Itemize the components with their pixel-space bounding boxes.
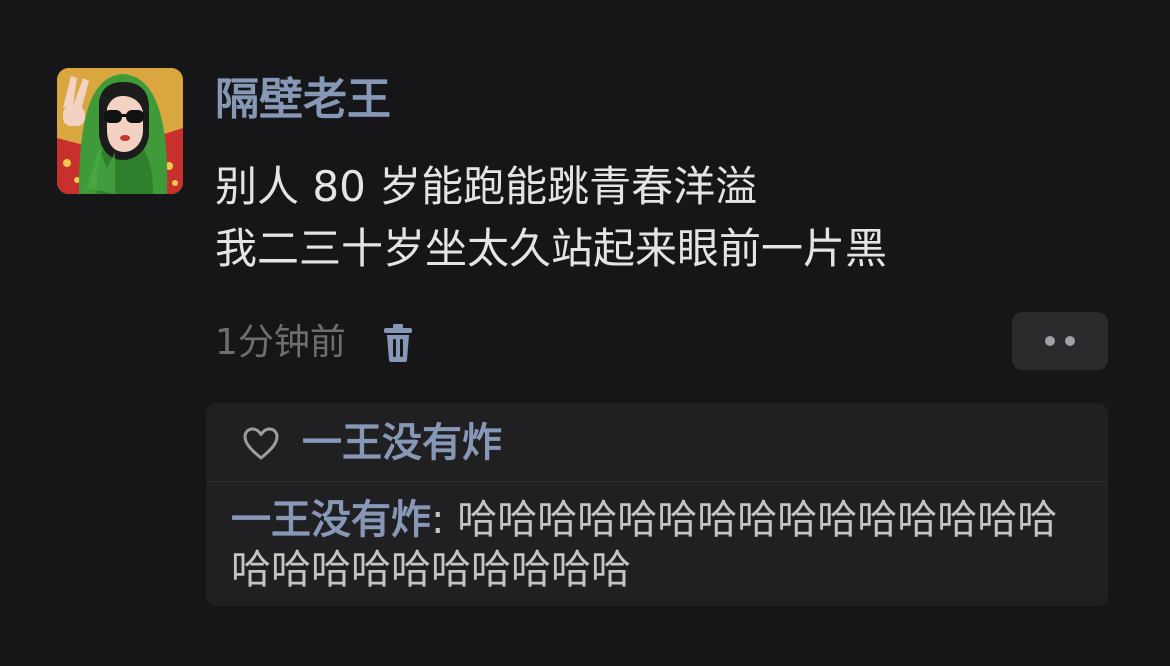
divider bbox=[206, 481, 1108, 482]
user-avatar[interactable] bbox=[57, 68, 183, 194]
post-text: 别人 80 岁能跑能跳青春洋溢 我二三十岁坐太久站起来眼前一片黑 bbox=[215, 156, 887, 280]
post-text-line: 我二三十岁坐太久站起来眼前一片黑 bbox=[215, 224, 888, 273]
more-button[interactable] bbox=[1012, 312, 1108, 370]
avatar-illustration bbox=[57, 68, 183, 194]
reply-panel: 一王没有炸 一王没有炸: 哈哈哈哈哈哈哈哈哈哈哈哈哈哈哈哈哈哈哈哈哈哈哈哈哈 bbox=[206, 403, 1108, 606]
post-text-line: 别人 80 岁能跑能跳青春洋溢 bbox=[215, 162, 758, 211]
timestamp: 1分钟前 bbox=[215, 322, 346, 363]
reply-separator: : bbox=[431, 497, 458, 543]
reply-author[interactable]: 一王没有炸 bbox=[231, 497, 431, 543]
reply-comment: 一王没有炸: 哈哈哈哈哈哈哈哈哈哈哈哈哈哈哈哈哈哈哈哈哈哈哈哈哈 bbox=[231, 495, 1091, 595]
post-meta: 1分钟前 bbox=[215, 320, 414, 366]
more-dots-icon bbox=[1045, 336, 1055, 346]
username[interactable]: 隔壁老王 bbox=[215, 72, 391, 128]
liker-name[interactable]: 一王没有炸 bbox=[302, 418, 502, 468]
heart-icon[interactable] bbox=[242, 426, 280, 460]
comment-page: 隔壁老王 别人 80 岁能跑能跳青春洋溢 我二三十岁坐太久站起来眼前一片黑 1分… bbox=[0, 0, 1170, 666]
more-dots-icon bbox=[1065, 336, 1075, 346]
likes-row[interactable]: 一王没有炸 bbox=[242, 418, 502, 468]
trash-icon[interactable] bbox=[382, 323, 414, 363]
